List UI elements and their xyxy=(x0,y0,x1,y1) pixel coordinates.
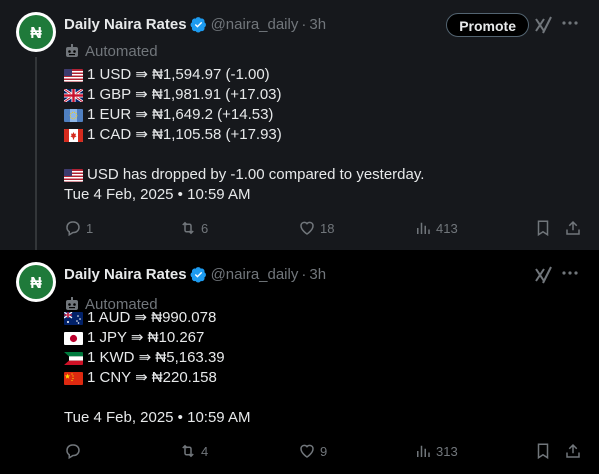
reply-button[interactable] xyxy=(64,442,82,460)
tweet-timestamp[interactable]: Tue 4 Feb, 2025 • 10:59 AM xyxy=(64,408,250,428)
promote-button[interactable]: Promote xyxy=(446,13,529,37)
eu-flag-icon xyxy=(64,108,83,122)
rate-line-aud: 1 AUD ⇛ ₦990.078 xyxy=(64,308,250,328)
share-icon xyxy=(566,220,580,235)
rate-text: 1 JPY ⇛ ₦10.267 xyxy=(87,329,205,346)
rate-text: 1 CNY ⇛ ₦220.158 xyxy=(87,369,217,386)
rate-text: 1 GBP ⇛ ₦1,981.91 (+17.03) xyxy=(87,86,282,103)
rate-line-cad: 1 CAD ⇛ ₦1,105.58 (+17.93) xyxy=(64,125,424,145)
automated-label: Automated xyxy=(64,41,158,61)
action-bar: 1 6 18 413 xyxy=(64,216,583,240)
tweet-body: 1 USD ⇛ ₦1,594.97 (-1.00) 1 GBP ⇛ ₦1,981… xyxy=(64,65,424,205)
gb-flag-icon xyxy=(64,88,83,102)
views-icon xyxy=(417,222,430,234)
repost-count: 6 xyxy=(201,220,209,236)
rate-line-gbp: 1 GBP ⇛ ₦1,981.91 (+17.03) xyxy=(64,85,424,105)
like-button[interactable]: 9 xyxy=(298,442,327,460)
tweet-timestamp[interactable]: Tue 4 Feb, 2025 • 10:59 AM xyxy=(64,185,424,205)
jp-flag-icon xyxy=(64,331,83,345)
views-button[interactable]: 313 xyxy=(414,442,458,460)
svg-text:₦: ₦ xyxy=(30,275,42,292)
bookmark-button[interactable] xyxy=(534,442,552,460)
author-name[interactable]: Daily Naira Rates xyxy=(64,16,187,33)
rate-text: 1 KWD ⇛ ₦5,163.39 xyxy=(87,349,225,366)
repost-icon xyxy=(182,221,194,235)
separator-dot: · xyxy=(301,15,307,33)
repost-count: 4 xyxy=(201,443,209,459)
like-count: 18 xyxy=(320,220,335,236)
avatar[interactable]: ₦ xyxy=(16,12,56,52)
us-flag-icon xyxy=(64,68,83,82)
like-count: 9 xyxy=(320,443,328,459)
rate-text: 1 USD ⇛ ₦1,594.97 (-1.00) xyxy=(87,66,270,83)
ca-flag-icon xyxy=(64,128,83,142)
separator-dot: · xyxy=(301,265,307,283)
action-bar: 4 9 313 xyxy=(64,439,583,463)
share-icon xyxy=(566,443,580,458)
post-time[interactable]: 3h xyxy=(309,16,326,33)
rate-line-eur: 1 EUR ⇛ ₦1,649.2 (+14.53) xyxy=(64,105,424,125)
views-button[interactable]: 413 xyxy=(414,219,458,237)
rate-line-kwd: 1 KWD ⇛ ₦5,163.39 xyxy=(64,348,250,368)
tweet-2-body: 1 AUD ⇛ ₦990.078 1 JPY ⇛ ₦10.267 1 KWD ⇛… xyxy=(64,308,250,428)
repost-icon xyxy=(182,444,194,458)
like-button[interactable]: 18 xyxy=(298,219,334,237)
verified-badge-icon xyxy=(190,266,206,283)
rate-line-cny: 1 CNY ⇛ ₦220.158 xyxy=(64,368,250,388)
automated-text: Automated xyxy=(85,42,158,60)
heart-icon xyxy=(300,221,314,235)
share-button[interactable] xyxy=(564,442,582,460)
reply-button[interactable]: 1 xyxy=(64,219,93,237)
view-count: 413 xyxy=(436,220,458,236)
more-options-icon[interactable] xyxy=(561,14,579,32)
author-handle[interactable]: @naira_daily xyxy=(211,266,299,283)
views-icon xyxy=(417,445,430,457)
thread-line xyxy=(35,57,37,250)
tweet-header: Daily Naira Rates @naira_daily · 3h xyxy=(64,263,599,285)
heart-icon xyxy=(300,444,314,458)
robot-icon xyxy=(66,44,78,57)
rate-line-jpy: 1 JPY ⇛ ₦10.267 xyxy=(64,328,250,348)
bookmark-button[interactable] xyxy=(534,219,552,237)
reply-icon xyxy=(66,221,80,237)
usd-change-note: USD has dropped by -1.00 compared to yes… xyxy=(64,165,424,185)
svg-text:₦: ₦ xyxy=(30,25,42,42)
bookmark-icon xyxy=(537,220,549,237)
verified-badge-icon xyxy=(190,16,206,33)
grok-icon[interactable] xyxy=(534,266,554,284)
repost-button[interactable]: 6 xyxy=(179,219,208,237)
rate-text: 1 CAD ⇛ ₦1,105.58 (+17.93) xyxy=(87,126,282,143)
kw-flag-icon xyxy=(64,351,83,365)
author-handle[interactable]: @naira_daily xyxy=(211,16,299,33)
post-time[interactable]: 3h xyxy=(309,266,326,283)
note-text: USD has dropped by -1.00 compared to yes… xyxy=(87,166,425,183)
rate-line-usd: 1 USD ⇛ ₦1,594.97 (-1.00) xyxy=(64,65,424,85)
view-count: 313 xyxy=(436,443,458,459)
share-button[interactable] xyxy=(564,219,582,237)
cn-flag-icon xyxy=(64,371,83,385)
au-flag-icon xyxy=(64,311,83,325)
reply-icon xyxy=(66,444,80,460)
repost-button[interactable]: 4 xyxy=(179,442,208,460)
us-flag-icon xyxy=(64,168,83,182)
more-options-icon[interactable] xyxy=(561,264,579,282)
grok-icon[interactable] xyxy=(534,16,554,34)
avatar[interactable]: ₦ xyxy=(16,262,56,302)
rate-text: 1 AUD ⇛ ₦990.078 xyxy=(87,309,217,326)
author-name[interactable]: Daily Naira Rates xyxy=(64,266,187,283)
reply-count: 1 xyxy=(86,220,94,236)
rate-text: 1 EUR ⇛ ₦1,649.2 (+14.53) xyxy=(87,106,274,123)
bookmark-icon xyxy=(537,443,549,460)
tweet-1[interactable]: ₦ Daily Naira Rates @naira_daily · 3h Pr… xyxy=(0,0,599,250)
